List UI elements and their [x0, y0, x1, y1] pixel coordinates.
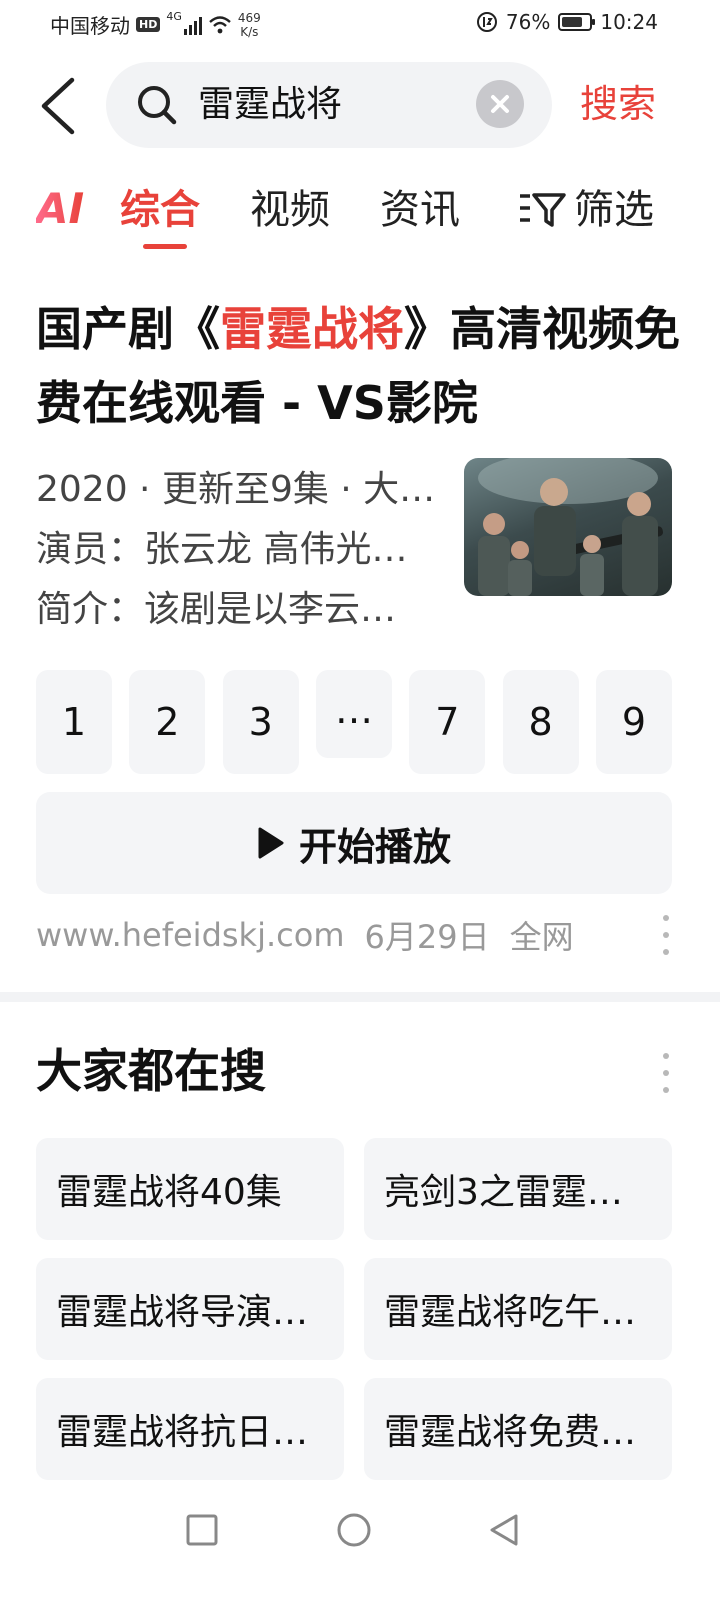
status-bar: 中国移动 HD 4G 469 K/s 76% 10:24: [0, 0, 720, 48]
clear-button[interactable]: [476, 80, 524, 128]
result-meta: 2020 · 更新至9集 · 大… 演员：张云龙 高伟光… 简介：该剧是以李云…: [36, 460, 446, 640]
system-back-button[interactable]: [484, 1510, 524, 1550]
play-icon: [258, 827, 284, 859]
search-box[interactable]: 雷霆战将: [106, 62, 552, 148]
episode-button[interactable]: 7: [409, 670, 486, 774]
meta-cast: 演员：张云龙 高伟光…: [36, 529, 408, 570]
related-search-item[interactable]: 雷霆战将导演…: [36, 1258, 344, 1360]
net-speed-value: 469: [237, 10, 261, 25]
data-saver-icon: [476, 12, 497, 32]
episode-button[interactable]: 2: [129, 670, 206, 774]
filter-label: 筛选: [574, 187, 654, 233]
related-search-label: 雷霆战将免费…: [384, 1412, 637, 1453]
net-speed-unit: K/s: [240, 24, 259, 39]
net-speed: 469 K/s: [238, 11, 261, 39]
battery-percent: 76%: [505, 10, 551, 34]
triangle-back-icon: [490, 1514, 518, 1546]
episode-button[interactable]: 9: [595, 670, 672, 774]
hd-badge: HD: [136, 17, 161, 32]
result-thumbnail[interactable]: [464, 458, 672, 596]
search-icon: [138, 86, 177, 125]
result-source: www.hefeidskj.com 6月29日 全网: [36, 910, 574, 960]
episode-button[interactable]: 1: [36, 670, 112, 774]
status-left: 中国移动 HD 4G 469 K/s: [50, 10, 261, 39]
source-url[interactable]: www.hefeidskj.com: [36, 916, 344, 954]
tab-news[interactable]: 资讯: [380, 184, 460, 236]
status-right: 76% 10:24: [476, 10, 658, 34]
related-search-label: 雷霆战将抗日…: [56, 1412, 309, 1453]
ai-tab[interactable]: AI: [36, 184, 84, 233]
result-title[interactable]: 国产剧《雷霆战将》高清视频免费在线观看 - VS影院: [36, 292, 686, 440]
back-button[interactable]: [36, 74, 80, 138]
wifi-icon: [209, 15, 231, 33]
back-arrow-icon: [41, 77, 75, 135]
episode-more-button[interactable]: …: [315, 670, 392, 758]
source-scope: 全网: [509, 918, 574, 956]
related-section-title: 大家都在搜: [36, 1044, 266, 1098]
play-label: 开始播放: [298, 824, 451, 869]
tab-comprehensive[interactable]: 综合: [120, 184, 200, 236]
network-type: 4G: [166, 10, 182, 23]
related-search-label: 雷霆战将吃午…: [384, 1292, 637, 1333]
filter-button[interactable]: 筛选: [518, 184, 654, 236]
circle-icon: [337, 1513, 371, 1547]
result-more-button[interactable]: [662, 915, 670, 955]
episode-button[interactable]: 3: [222, 670, 299, 774]
more-vertical-icon: [663, 1053, 669, 1059]
related-search-label: 亮剑3之雷霆…: [384, 1172, 623, 1213]
square-icon: [186, 1514, 218, 1546]
meta-year-episodes: 2020 · 更新至9集 · 大…: [36, 469, 436, 510]
episode-button[interactable]: 8: [502, 670, 579, 774]
clear-icon: [491, 95, 509, 113]
more-vertical-icon: [663, 915, 669, 921]
tab-video[interactable]: 视频: [250, 184, 330, 236]
related-search-label: 雷霆战将导演…: [56, 1292, 309, 1333]
related-searches: 雷霆战将40集 亮剑3之雷霆… 雷霆战将导演… 雷霆战将吃午… 雷霆战将抗日… …: [36, 1138, 672, 1480]
episode-list: 1 2 3 … 7 8 9: [36, 670, 672, 774]
section-divider: [0, 992, 720, 1002]
signal-icon: [183, 15, 202, 35]
active-tab-indicator: [143, 244, 187, 249]
search-input[interactable]: 雷霆战将: [198, 82, 342, 128]
tab-bar: AI 综合 视频 资讯 筛选: [0, 176, 720, 256]
filter-icon: [520, 193, 566, 227]
poster-image: [478, 458, 663, 596]
related-search-item[interactable]: 雷霆战将抗日…: [36, 1378, 344, 1480]
meta-synopsis: 简介：该剧是以李云…: [36, 589, 397, 630]
home-button[interactable]: [334, 1510, 374, 1550]
search-submit-button[interactable]: 搜索: [580, 78, 656, 130]
related-more-button[interactable]: [662, 1053, 670, 1093]
result-title-highlight: 雷霆战将: [220, 302, 404, 356]
battery-level: [562, 17, 583, 27]
start-play-button[interactable]: 开始播放: [36, 792, 672, 894]
source-date: 6月29日: [364, 918, 490, 956]
result-title-prefix: 国产剧《: [36, 302, 220, 356]
related-search-item[interactable]: 亮剑3之雷霆…: [364, 1138, 672, 1240]
carrier-label: 中国移动: [50, 14, 130, 38]
related-search-item[interactable]: 雷霆战将吃午…: [364, 1258, 672, 1360]
battery-icon: [558, 13, 596, 31]
related-search-item[interactable]: 雷霆战将40集: [36, 1138, 344, 1240]
clock: 10:24: [600, 10, 658, 34]
related-search-label: 雷霆战将40集: [56, 1172, 282, 1213]
related-search-item[interactable]: 雷霆战将免费…: [364, 1378, 672, 1480]
recent-apps-button[interactable]: [182, 1510, 222, 1550]
system-nav-bar: [0, 1490, 720, 1570]
